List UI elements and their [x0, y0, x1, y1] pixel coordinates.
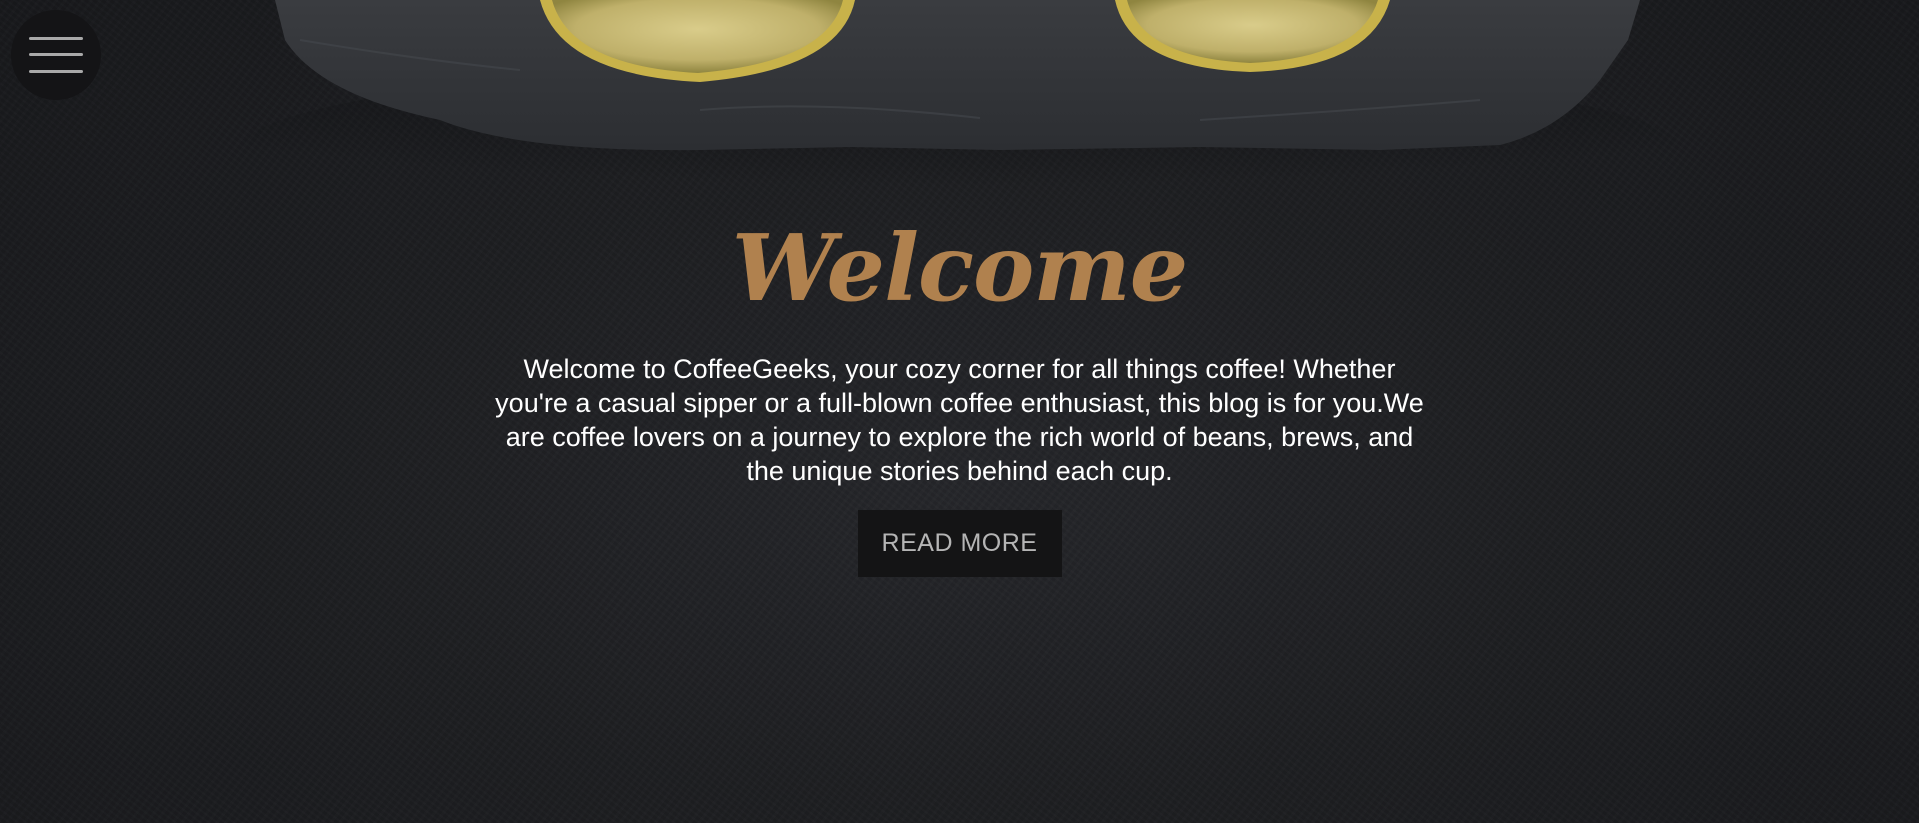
welcome-title: Welcome [731, 214, 1189, 322]
slate-shadow [240, 60, 1680, 240]
lemon-left [540, 0, 855, 82]
lemon-right [1115, 0, 1390, 72]
page: Welcome Welcome to CoffeeGeeks, your coz… [0, 0, 1919, 823]
read-more-button[interactable]: READ MORE [857, 510, 1062, 577]
welcome-section: Welcome Welcome to CoffeeGeeks, your coz… [0, 222, 1919, 577]
welcome-text: Welcome to CoffeeGeeks, your cozy corner… [495, 354, 1424, 486]
menu-toggle-button[interactable] [11, 10, 101, 100]
slate-board [275, 0, 1640, 151]
hamburger-menu-icon [29, 37, 83, 73]
